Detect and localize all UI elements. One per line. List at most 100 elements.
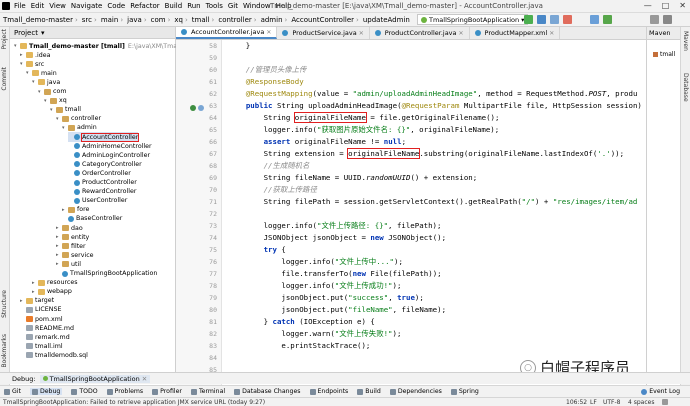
breadcrumb-item[interactable]: Tmall_demo-master › [3,16,80,24]
line-separator[interactable]: LF [590,399,597,406]
menu-item-run[interactable]: Run [187,2,200,10]
code-line[interactable]: } [228,40,250,52]
breadcrumb-item[interactable]: updateAdmin [363,16,410,24]
override-gutter-icon[interactable] [198,105,204,111]
endpoint-gutter-icon[interactable] [190,105,196,111]
git-commit-icon[interactable] [603,15,612,24]
tool-window-endpoints[interactable]: Endpoints [309,388,348,395]
tool-window-build[interactable]: Build [357,388,381,395]
code-line[interactable]: public String uploadAdminHeadImage(@Requ… [228,100,642,112]
code-line[interactable]: assert originalFileName != null; [228,136,406,148]
close-icon[interactable]: ✕ [679,1,686,10]
close-icon[interactable]: ✕ [549,30,554,37]
minimize-icon[interactable]: — [644,1,652,10]
tool-window-todo[interactable]: TODO [71,388,98,395]
project-tool-tab[interactable]: Project [1,29,8,50]
tool-window-spring[interactable]: Spring [450,388,479,395]
code-line[interactable]: logger.info("文件上传路径: {}", filePath); [228,220,442,232]
caret-position[interactable]: 106:52 [566,399,587,406]
breadcrumb-item[interactable]: AccountController › [291,16,361,24]
close-icon[interactable]: ✕ [266,29,271,36]
breadcrumb-item[interactable]: xq › [174,16,189,24]
menu-item-window[interactable]: Window [243,2,271,10]
commit-tool-tab[interactable]: Commit [1,67,8,91]
menu-item-tools[interactable]: Tools [206,2,223,10]
lock-icon[interactable] [662,399,668,405]
database-tool-tab[interactable]: Database [682,73,689,102]
run-configuration-select[interactable]: TmallSpringBootApplication ▾ [417,14,529,25]
search-icon[interactable] [650,15,659,24]
structure-tool-tab[interactable]: Structure [1,290,8,318]
menu-item-file[interactable]: File [14,2,26,10]
tool-window-problems[interactable]: Problems [106,388,143,395]
coverage-icon[interactable] [550,15,559,24]
editor-tab[interactable]: ProductService.java ✕ [277,27,370,39]
code-line[interactable]: } catch (IOException e) { [228,316,375,328]
editor-tab[interactable]: AccountController.java ✕ [176,27,278,39]
project-title[interactable]: Project [14,29,38,37]
code-line[interactable]: @ResponseBody [228,76,304,88]
tree-item-label: pom.xml [35,315,63,323]
menu-item-view[interactable]: View [49,2,66,10]
run-icon[interactable] [524,15,533,24]
code-area[interactable]: } //管理员头像上传 @ResponseBody @RequestMappin… [228,40,646,385]
chevron-down-icon[interactable]: ▾ [41,29,45,37]
breadcrumb-item[interactable]: com › [151,16,173,24]
tool-window-profiler[interactable]: Profiler [152,388,182,395]
code-line[interactable]: e.printStackTrace(); [228,340,370,352]
file-encoding[interactable]: UTF-8 [603,399,621,406]
breadcrumb-item[interactable]: tmall › [192,16,217,24]
menu-item-git[interactable]: Git [228,2,238,10]
code-line[interactable]: @RequestMapping(value = "admin/uploadAdm… [228,88,638,100]
code-line[interactable]: jsonObject.put("success", true); [228,292,423,304]
code-line[interactable]: logger.info("获取图片原始文件名: {}", originalFil… [228,124,500,136]
menu-item-refactor[interactable]: Refactor [130,2,159,10]
code-line[interactable]: //生成随机名 [228,160,310,172]
maven-project-item[interactable]: tmall [653,51,675,58]
status-message[interactable]: TmallSpringBootApplication: Failed to re… [3,399,265,406]
close-icon[interactable]: ✕ [359,30,364,37]
tree-item[interactable]: tmalldemodb.sql [20,350,88,360]
breadcrumb-item[interactable]: controller › [218,16,258,24]
code-line[interactable]: JSONObject jsonObject = new JSONObject()… [228,232,446,244]
code-line[interactable]: //管理员头像上传 [228,64,307,76]
code-line[interactable]: String originalFileName = file.getOrigin… [228,112,499,124]
debug-icon[interactable] [537,15,546,24]
code-line[interactable]: String fileName = UUID.randomUUID() + ex… [228,172,478,184]
code-line[interactable]: logger.warn("文件上传失败!"); [228,328,401,340]
stop-icon[interactable] [563,15,572,24]
bookmarks-tool-tab[interactable]: Bookmarks [1,334,8,368]
editor-tab[interactable]: ProductController.java ✕ [370,27,470,39]
debug-session-tab[interactable]: TmallSpringBootApplication ✕ [39,374,151,383]
code-line[interactable]: logger.info("文件上传中..."); [228,256,403,268]
breadcrumb-item[interactable]: src › [82,16,99,24]
menu-item-navigate[interactable]: Navigate [71,2,102,10]
code-line[interactable]: String extension = originalFileName.subs… [228,148,624,160]
maximize-icon[interactable]: □ [662,1,670,10]
code-line[interactable]: String filePath = session.getServletCont… [228,196,638,208]
menu-item-edit[interactable]: Edit [31,2,45,10]
close-icon[interactable]: ✕ [459,30,464,37]
close-icon[interactable]: ✕ [142,375,147,383]
menu-item-build[interactable]: Build [165,2,183,10]
code-line[interactable]: //获取上传路径 [228,184,317,196]
code-line[interactable]: jsonObject.put("fileName", fileName); [228,304,446,316]
menu-item-code[interactable]: Code [107,2,125,10]
event-log-button[interactable]: Event Log [641,388,680,395]
code-line[interactable]: logger.info("文件上传成功!"); [228,280,401,292]
breadcrumb-item[interactable]: java › [127,16,148,24]
breadcrumb-item[interactable]: main › [101,16,125,24]
maven-tool-tab[interactable]: Maven [682,31,689,51]
git-update-icon[interactable] [590,15,599,24]
tool-window-terminal[interactable]: Terminal [190,388,225,395]
tool-window-git[interactable]: Git [4,388,21,395]
editor-tab[interactable]: ProductMapper.xml ✕ [470,27,561,39]
tool-window-debug[interactable]: Debug [29,388,63,395]
indent-setting[interactable]: 4 spaces [628,399,654,406]
tool-window-dependencies[interactable]: Dependencies [389,388,442,395]
gear-icon[interactable] [663,15,672,24]
code-line[interactable]: try { [228,244,286,256]
breadcrumb-item[interactable]: admin › [261,16,290,24]
tool-window-database-changes[interactable]: Database Changes [234,388,301,395]
code-line[interactable]: file.transferTo(new File(filePath)); [228,268,441,280]
